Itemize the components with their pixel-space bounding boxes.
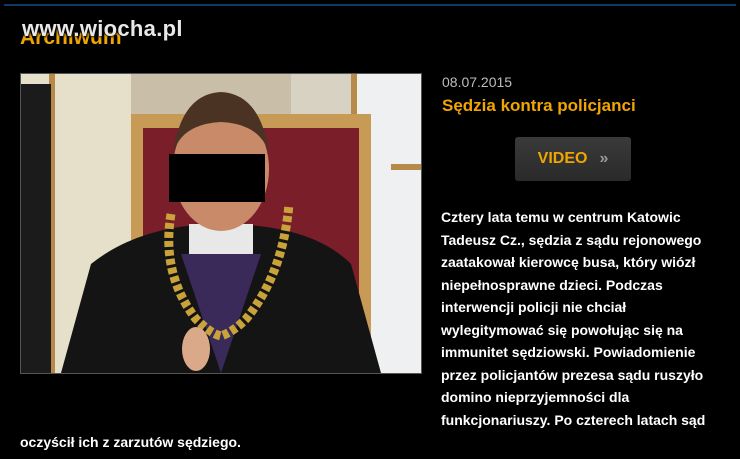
photo-text-wrap-spacer <box>20 206 441 428</box>
article-title-link[interactable]: Sędzia kontra policjanci <box>442 96 636 116</box>
article-date: 08.07.2015 <box>442 74 513 90</box>
video-button-label: VIDEO <box>537 150 588 167</box>
content-frame: Archiwum www.wiocha.pl 08.07.2015 Sędzia… <box>4 4 736 455</box>
site-watermark: www.wiocha.pl <box>22 16 183 41</box>
double-chevron-right-icon: » <box>599 150 609 167</box>
article-lead: Cztery lata temu w centrum Katowic Tadeu… <box>20 206 728 454</box>
video-button[interactable]: VIDEO » <box>515 137 631 181</box>
